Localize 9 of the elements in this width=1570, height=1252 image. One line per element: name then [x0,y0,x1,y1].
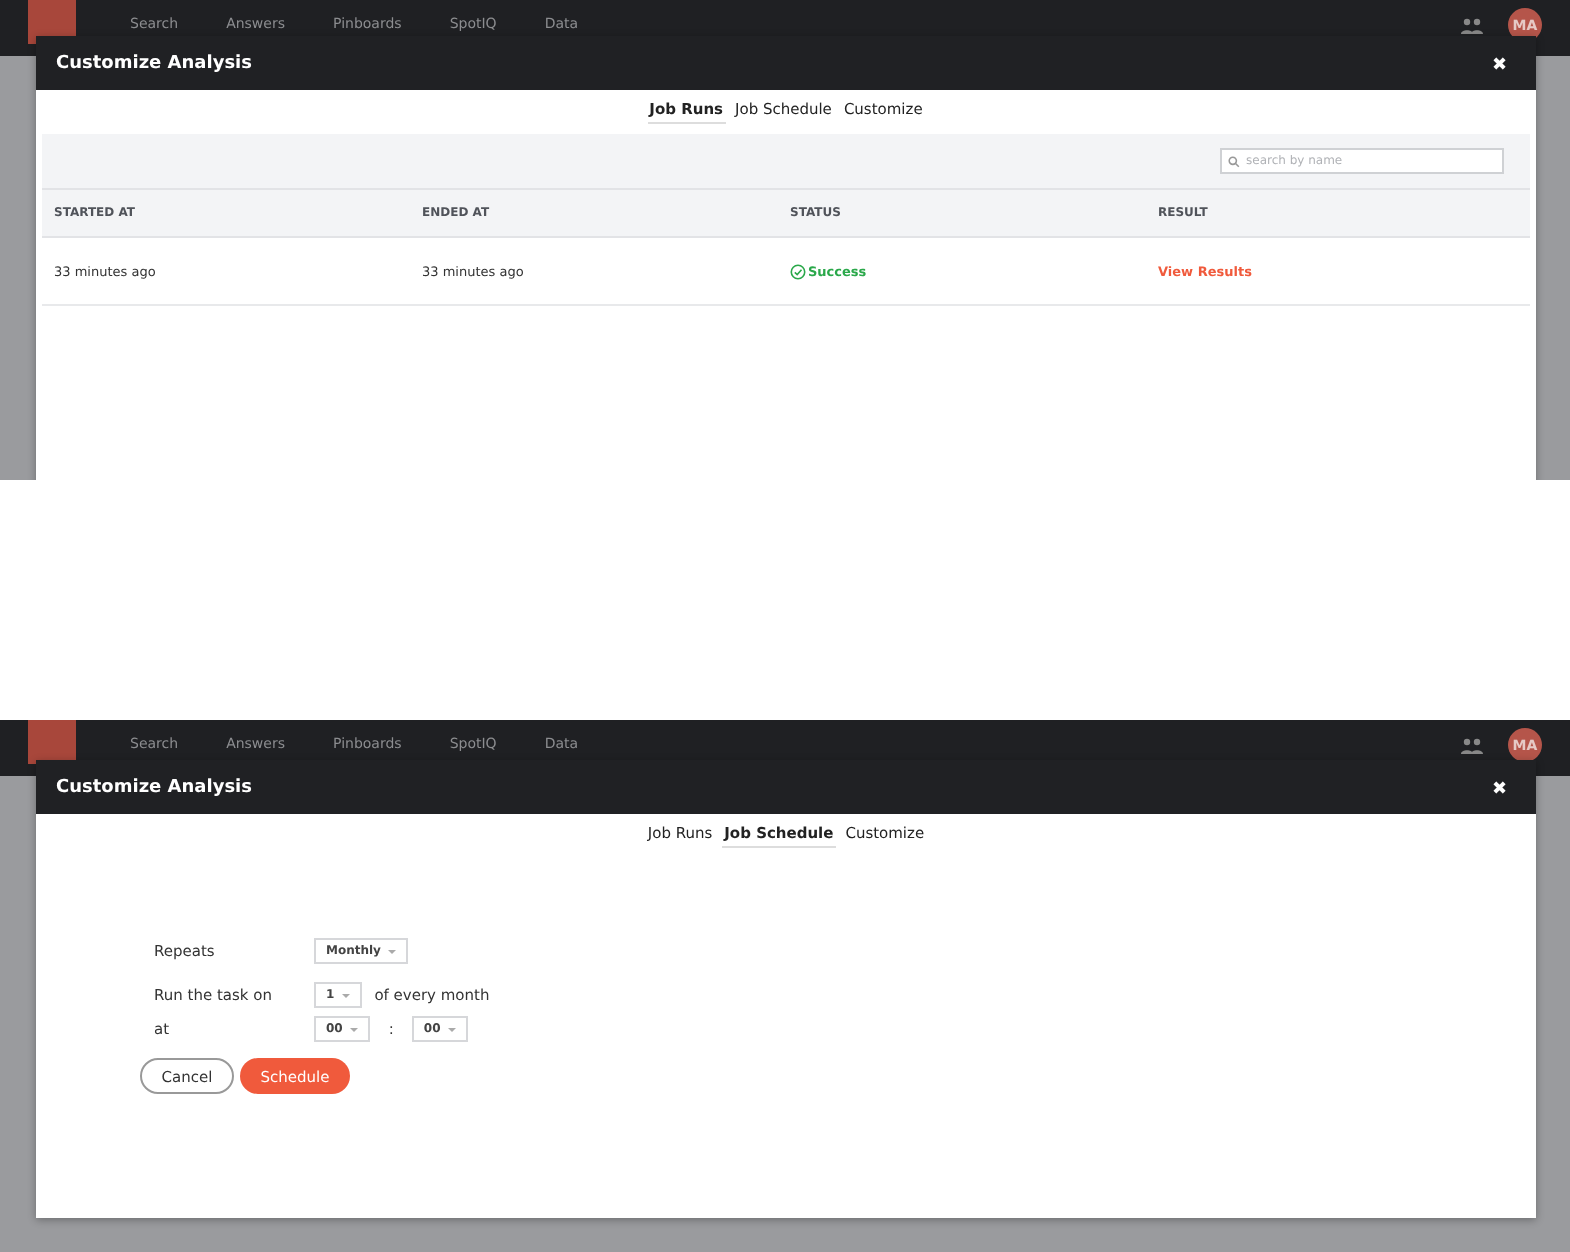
people-icon[interactable] [1460,17,1484,33]
search-icon [1228,155,1240,167]
modal-title: Customize Analysis [56,777,252,797]
check-circle-icon [790,263,806,279]
modal-title: Customize Analysis [56,53,252,73]
close-button[interactable]: ✖ [1492,53,1508,73]
people-icon[interactable] [1460,737,1484,753]
logo [28,720,76,764]
close-button[interactable]: ✖ [1492,777,1508,797]
